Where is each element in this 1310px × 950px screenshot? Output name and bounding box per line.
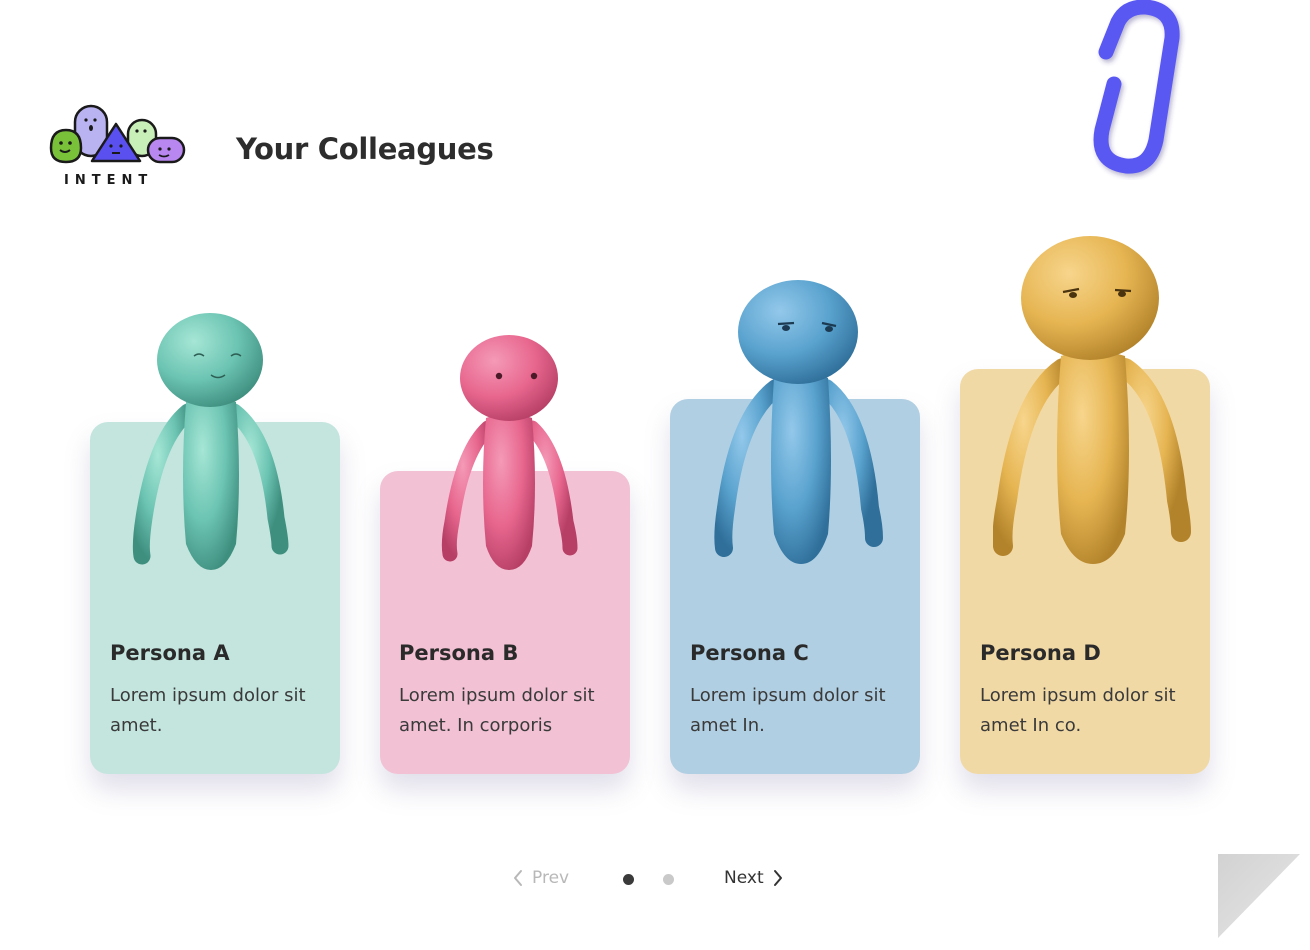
next-label: Next	[724, 868, 764, 888]
persona-b-title: Persona B	[399, 641, 519, 665]
paperclip-icon	[1093, 0, 1180, 174]
page-curl-icon	[1218, 854, 1300, 938]
page-dot-1[interactable]	[623, 874, 634, 885]
persona-c-figure	[714, 280, 883, 564]
persona-b-figure	[441, 335, 578, 570]
persona-d-figure	[993, 236, 1191, 564]
prev-button[interactable]: Prev	[512, 868, 569, 888]
persona-d-description: Lorem ipsum dolor sit amet In co.	[980, 685, 1176, 736]
logo-wordmark: INTENT	[64, 173, 154, 188]
next-button[interactable]: Next	[724, 868, 784, 888]
chevron-right-icon	[773, 870, 782, 886]
persona-a-description: Lorem ipsum dolor sit amet.	[110, 685, 306, 736]
persona-c-description: Lorem ipsum dolor sit amet In.	[690, 685, 886, 736]
page-title: Your Colleagues	[236, 132, 494, 166]
persona-a-title: Persona A	[110, 641, 230, 665]
persona-c-title: Persona C	[690, 641, 809, 665]
pagination: Prev Next	[0, 860, 1310, 900]
prev-label: Prev	[532, 868, 570, 888]
intent-logo[interactable]: INTENT	[48, 104, 188, 190]
persona-d-title: Persona D	[980, 641, 1101, 665]
page-dot-2[interactable]	[663, 874, 674, 885]
logo-mascots-icon	[49, 104, 186, 164]
persona-b-description: Lorem ipsum dolor sit amet. In corporis	[399, 685, 595, 736]
persona-a-figure	[132, 313, 289, 570]
chevron-left-icon	[514, 870, 522, 886]
